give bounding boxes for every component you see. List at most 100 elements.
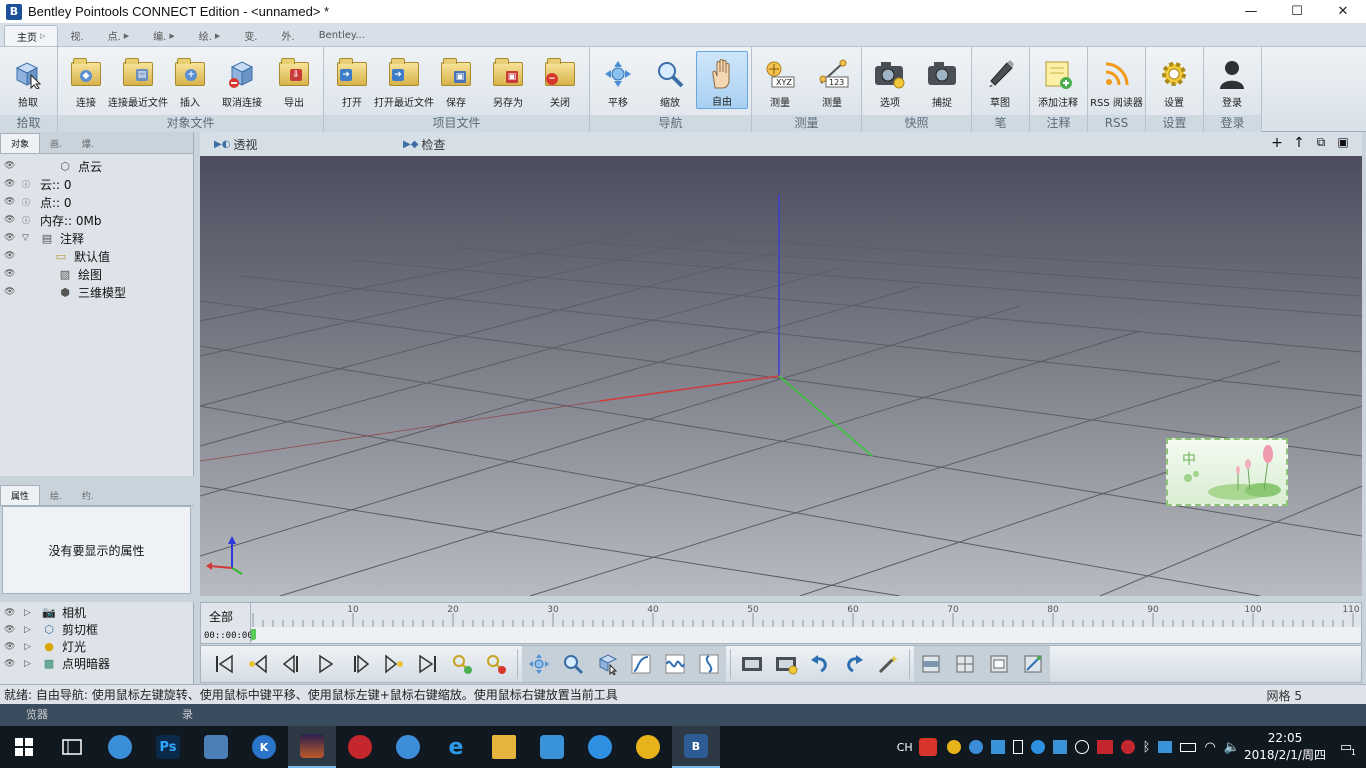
add-icon[interactable]: + — [1266, 135, 1288, 151]
login-button[interactable]: 登录 — [1206, 51, 1258, 109]
sketch-button[interactable]: 草图 — [974, 51, 1026, 109]
pick-button[interactable]: 拾取 — [2, 51, 54, 109]
tab-bentley[interactable]: Bentley... — [307, 25, 377, 46]
panel-d-icon[interactable] — [1016, 648, 1050, 680]
maximize-button[interactable]: ☐ — [1274, 0, 1320, 23]
tree-item-defaults[interactable]: 👁 ▭ 默认值 — [0, 247, 193, 265]
timeline-track[interactable] — [251, 627, 1361, 643]
next-frame-icon[interactable] — [343, 648, 377, 680]
tree-item-notes[interactable]: 👁 ▽ ▤ 注释 — [0, 229, 193, 247]
eye-icon[interactable]: 👁 — [4, 659, 15, 669]
redo-icon[interactable] — [837, 648, 871, 680]
save-as-button[interactable]: ▣ 另存为 — [482, 51, 534, 109]
eye-icon[interactable]: 👁 — [4, 608, 15, 618]
bird-app-icon[interactable] — [384, 726, 432, 768]
battery-icon[interactable] — [1180, 742, 1197, 752]
timeline-ruler[interactable]: 10 20 30 40 50 60 70 80 90 100 110 — [251, 603, 1361, 643]
wave-tool-icon[interactable] — [658, 648, 692, 680]
play-icon[interactable] — [309, 648, 343, 680]
expand-icon[interactable]: ▷ — [24, 642, 34, 652]
prev-key-icon[interactable] — [241, 648, 275, 680]
measure-xyz-button[interactable]: XYZ 测量 — [754, 51, 806, 109]
open-button[interactable]: ➜ 打开 — [326, 51, 378, 109]
pan-button[interactable]: 平移 — [592, 51, 644, 109]
tree-item-memory[interactable]: 👁 ⓘ 内存:: 0Mb — [0, 211, 193, 229]
tab-edit[interactable]: 编. ▶ — [141, 25, 187, 46]
open-recent-button[interactable]: ➜ 打开最近文件 — [374, 51, 434, 109]
bluetooth-icon[interactable]: ᛒ — [1143, 740, 1151, 755]
remove-key-icon[interactable] — [479, 648, 513, 680]
undo-icon[interactable] — [803, 648, 837, 680]
pan-tool-icon[interactable] — [522, 648, 556, 680]
start-button[interactable] — [0, 726, 48, 768]
up-arrow-icon[interactable]: ↑ — [1288, 135, 1310, 151]
browser-swirl-icon[interactable] — [96, 726, 144, 768]
eye-icon[interactable]: 👁 — [4, 179, 15, 189]
tab-external[interactable]: 外. — [270, 25, 307, 46]
magic-wand-icon[interactable] — [871, 648, 905, 680]
restore-view-icon[interactable]: ▣ — [1332, 135, 1354, 151]
red-app-icon[interactable] — [336, 726, 384, 768]
eye-icon[interactable]: 👁 — [4, 215, 15, 225]
tray-icon-red[interactable] — [1096, 740, 1113, 754]
connect-recent-button[interactable]: ▤ 连接最近文件 — [108, 51, 168, 109]
tree-item-clouds[interactable]: 👁 ⓘ 云:: 0 — [0, 175, 193, 193]
eye-icon[interactable]: 👁 — [4, 161, 15, 171]
tray-icon-monitor[interactable] — [1158, 741, 1173, 753]
tab-explode[interactable]: 爆. — [72, 133, 104, 153]
file-explorer-icon[interactable] — [480, 726, 528, 768]
select-tool-icon[interactable] — [590, 648, 624, 680]
vertical-curve-icon[interactable] — [692, 648, 726, 680]
image-viewer-icon[interactable] — [288, 726, 336, 768]
tray-icon-network[interactable] — [1052, 740, 1067, 754]
eye-icon[interactable]: 👁 — [4, 625, 15, 635]
usb-icon[interactable] — [1012, 740, 1023, 754]
3d-viewport[interactable]: 中 — [200, 156, 1362, 596]
maximize-view-icon[interactable]: ⧉ — [1310, 135, 1332, 151]
tab-objects[interactable]: 对象 — [0, 133, 41, 153]
free-nav-button[interactable]: 自由 — [696, 51, 748, 109]
expand-icon[interactable]: ▷ — [24, 659, 34, 669]
capture-button[interactable]: 捕捉 — [916, 51, 968, 109]
chrome-like-icon[interactable] — [624, 726, 672, 768]
volume-icon[interactable]: 🔈 — [1224, 740, 1240, 755]
film-settings-icon[interactable] — [769, 648, 803, 680]
list-item-shader[interactable]: 👁 ▷ ▩ 点明暗器 — [0, 655, 193, 672]
panel-b-icon[interactable] — [948, 648, 982, 680]
tab-constraints[interactable]: 约. — [72, 485, 104, 505]
tab-draw-props[interactable]: 绘. — [40, 485, 72, 505]
expand-icon[interactable]: ▷ — [24, 625, 34, 635]
tree-item-points[interactable]: 👁 ⓘ 点:: 0 — [0, 193, 193, 211]
panel-a-icon[interactable] — [914, 648, 948, 680]
eye-icon[interactable]: 👁 — [4, 269, 15, 279]
curve-tool-icon[interactable] — [624, 648, 658, 680]
wifi-icon[interactable]: ◠ — [1204, 740, 1215, 755]
tray-icon-yellow[interactable] — [946, 740, 961, 754]
ie-icon[interactable]: e — [432, 726, 480, 768]
tree-item-3d-model[interactable]: 👁 ⬢ 三维模型 — [0, 283, 193, 301]
film-icon[interactable] — [735, 648, 769, 680]
tab-view[interactable]: 视. — [58, 25, 95, 46]
measure-distance-button[interactable]: 123 测量 — [806, 51, 858, 109]
next-key-icon[interactable] — [377, 648, 411, 680]
tree-item-pointcloud[interactable]: 👁 ⬡ 点云 — [0, 157, 193, 175]
view-perspective[interactable]: ▶◐ 透视 — [214, 136, 257, 153]
close-button[interactable]: ✕ — [1320, 0, 1366, 23]
add-note-button[interactable]: 添加注释 — [1032, 51, 1084, 109]
tray-icon-grid[interactable] — [990, 740, 1005, 754]
export-button[interactable]: ⇩ 导出 — [268, 51, 320, 109]
insert-button[interactable]: + 插入 — [164, 51, 216, 109]
k-app-icon[interactable]: K — [240, 726, 288, 768]
disconnect-button[interactable]: 取消连接 — [216, 51, 268, 109]
tab-points[interactable]: 点. ▶ — [96, 25, 142, 46]
panel-c-icon[interactable] — [982, 648, 1016, 680]
tray-icon-blue[interactable] — [968, 740, 983, 754]
zoom-button[interactable]: 缩放 — [644, 51, 696, 109]
prev-frame-icon[interactable] — [275, 648, 309, 680]
computer-icon[interactable] — [192, 726, 240, 768]
tab-properties[interactable]: 属性 — [0, 485, 41, 505]
tab-home[interactable]: 主页 ▷ — [4, 25, 59, 46]
expand-icon[interactable]: ▷ — [24, 608, 34, 618]
minimize-button[interactable]: — — [1228, 0, 1274, 23]
eye-icon[interactable]: 👁 — [4, 251, 15, 261]
